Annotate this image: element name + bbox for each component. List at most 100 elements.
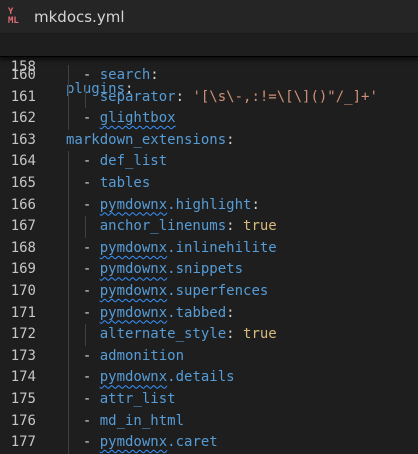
- yaml-key: alternate_style: [99, 326, 227, 343]
- code-text: - pymdownx.inlinehilite: [83, 238, 277, 260]
- yaml-key: anchor_linenums: [99, 218, 227, 235]
- yaml-value: pymdownx.snippets: [99, 261, 244, 278]
- code-text: - md_in_html: [83, 411, 184, 433]
- code-text: - pymdownx.tabbed:: [82, 304, 235, 321]
- yaml-value: pymdownx.details: [99, 369, 235, 386]
- indent-guide: [68, 432, 69, 454]
- indent-guide: [68, 194, 69, 217]
- yaml-value: md_in_html: [99, 412, 185, 429]
- squiggle-text: glightbox: [99, 110, 176, 127]
- code-line[interactable]: 160 - search:: [0, 65, 418, 87]
- indent-guide: [68, 172, 69, 195]
- indent-guide: [68, 302, 69, 325]
- line-number: 167: [10, 218, 36, 235]
- yaml-value: pymdownx.caret: [99, 434, 218, 451]
- indent-guide: [68, 324, 69, 346]
- code-text: - def_list: [83, 151, 167, 173]
- yaml-key: search: [99, 67, 151, 83]
- line-number: 175: [10, 390, 36, 407]
- line-number: 173: [10, 347, 36, 364]
- yaml-value: admonition: [99, 347, 185, 364]
- yaml-value: pymdownx.inlinehilite: [99, 239, 277, 256]
- line-number: 168: [10, 239, 36, 256]
- code-line[interactable]: 172 alternate_style: true: [0, 324, 418, 346]
- list-dash: -: [82, 196, 100, 213]
- indent-guide: [68, 410, 69, 433]
- code-line[interactable]: 176 - md_in_html: [0, 410, 418, 433]
- code-text: - pymdownx.highlight:: [82, 196, 260, 213]
- yaml-key: markdown_extensions: [66, 131, 227, 148]
- code-line[interactable]: 171 - pymdownx.tabbed:: [0, 302, 418, 325]
- code-text: anchor_linenums: true: [99, 218, 277, 235]
- list-dash: -: [82, 434, 100, 451]
- code-line[interactable]: 165 - tables: [0, 172, 418, 195]
- squiggle-text: pymdownx: [99, 196, 168, 213]
- line-number: 165: [10, 174, 36, 191]
- indent-guide: [84, 86, 86, 109]
- list-dash: -: [82, 110, 100, 127]
- code-line[interactable]: 170 - pymdownx.superfences: [0, 280, 418, 303]
- line-number: 169: [10, 261, 36, 278]
- code-line[interactable]: 168 - pymdownx.inlinehilite: [0, 237, 418, 260]
- yaml-key: pymdownx.highlight: [99, 196, 252, 213]
- squiggle-text: pymdownx: [99, 239, 168, 256]
- code-line[interactable]: 174 - pymdownx.details: [0, 367, 418, 389]
- code-line[interactable]: 169 - pymdownx.snippets: [0, 259, 418, 281]
- indent-guide: [68, 259, 69, 281]
- code-line[interactable]: 162 - glightbox: [0, 108, 418, 130]
- list-dash: -: [82, 239, 100, 256]
- line-number: 174: [10, 369, 36, 386]
- yaml-string: '[\s\-,:!=\[\]()"/_]+': [192, 88, 378, 105]
- list-dash: -: [82, 369, 100, 386]
- yaml-value: tables: [99, 174, 151, 191]
- code-line[interactable]: 167 anchor_linenums: true: [0, 216, 418, 238]
- list-dash: -: [82, 304, 100, 321]
- code-line[interactable]: 173 - admonition: [0, 345, 418, 368]
- code-text: - tables: [83, 173, 150, 195]
- indent-guide: [68, 367, 69, 389]
- yaml-value: glightbox: [100, 110, 176, 126]
- code-line[interactable]: 161 separator: '[\s\-,:!=\[\]()"/_]+': [0, 86, 418, 109]
- list-dash: -: [82, 347, 100, 364]
- indent-guide: [84, 216, 86, 238]
- squiggle-text: pymdownx: [99, 261, 168, 278]
- indent-guide: [68, 237, 69, 260]
- code-lines: 160 - search: 161 separator: '[\s\-,:!=\[\]…: [0, 65, 418, 454]
- indent-guide: [68, 216, 69, 238]
- code-text: - attr_list: [83, 389, 176, 411]
- code-text: - pymdownx.snippets: [83, 259, 243, 281]
- code-editor[interactable]: 158 plugins: 160 - search: 161 separator: '…: [0, 34, 418, 454]
- code-line[interactable]: 175 - attr_list: [0, 388, 418, 411]
- line-number: 163: [10, 131, 36, 148]
- squiggle-text: pymdownx: [99, 304, 168, 321]
- line-number: 170: [10, 282, 36, 299]
- line-number: 164: [10, 153, 36, 170]
- sticky-scroll-line[interactable]: 158 plugins:: [0, 34, 418, 97]
- code-text: - admonition: [83, 346, 184, 368]
- yaml-value: def_list: [99, 153, 168, 170]
- code-text: - pymdownx.details: [83, 367, 235, 389]
- indent-guide: [68, 108, 69, 130]
- code-text: alternate_style: true: [99, 326, 277, 343]
- code-line[interactable]: 177 - pymdownx.caret: [0, 432, 418, 454]
- code-text: markdown_extensions:: [66, 131, 235, 148]
- line-number: 172: [10, 326, 36, 343]
- code-line[interactable]: 164 - def_list: [0, 151, 418, 173]
- list-dash: -: [82, 390, 100, 407]
- yaml-key: separator: [99, 88, 176, 105]
- code-text: - pymdownx.caret: [83, 432, 218, 454]
- code-line[interactable]: 163 markdown_extensions:: [0, 130, 418, 152]
- indent-guide: [84, 324, 86, 346]
- indent-guide: [68, 280, 69, 303]
- line-number: 171: [10, 304, 36, 321]
- editor-tab[interactable]: Y ML mkdocs.yml: [0, 0, 418, 34]
- code-line[interactable]: 166 - pymdownx.highlight:: [0, 194, 418, 217]
- indent-guide: [68, 86, 69, 109]
- list-dash: -: [82, 412, 100, 429]
- line-number: 161: [10, 88, 36, 105]
- indent-guide: [68, 388, 69, 411]
- list-dash: -: [82, 282, 100, 299]
- line-number: 176: [10, 412, 36, 429]
- code-text: - glightbox: [83, 108, 176, 130]
- code-text: - pymdownx.superfences: [83, 281, 268, 303]
